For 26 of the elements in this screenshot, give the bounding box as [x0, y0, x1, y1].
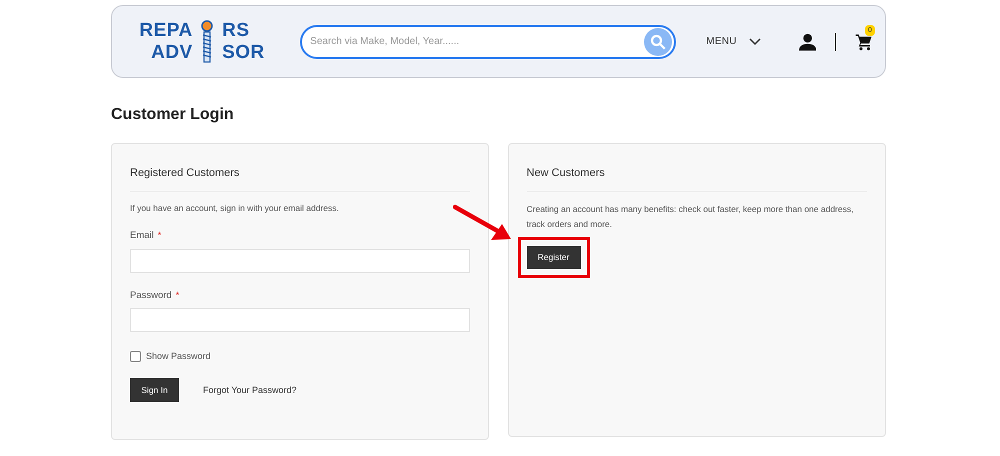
page-title: Customer Login	[111, 105, 235, 125]
screw-icon	[200, 20, 214, 64]
search-field[interactable]: Search via Make, Model, Year......	[310, 34, 644, 49]
checkbox-label: Show Password	[146, 350, 211, 363]
text-input[interactable]	[130, 248, 470, 272]
checkbox[interactable]	[130, 351, 141, 362]
register-button[interactable]: Register	[526, 246, 580, 268]
panel-title: New Customers	[526, 165, 867, 192]
menu-button[interactable]: MENU	[706, 34, 761, 49]
field-label: Email	[130, 229, 154, 244]
text-input[interactable]	[130, 308, 470, 332]
intro-text: If you have an account, sign in with your email address.	[130, 202, 340, 214]
field-label: Password	[130, 288, 172, 302]
required-mark: *	[158, 229, 162, 242]
cart-icon[interactable]	[855, 32, 873, 50]
benefits-text: Creating an account has many benefits: check out faster, keep more than one address, track orders and more.	[526, 202, 854, 230]
search-icon[interactable]	[644, 28, 672, 56]
sign-in-button[interactable]: Sign In	[130, 378, 179, 402]
chevron-down-icon	[748, 38, 761, 46]
panel-title: Registered Customers	[130, 165, 470, 192]
logo[interactable]: REPA RS ADV SOR	[124, 20, 278, 64]
search-bar[interactable]: Search via Make, Model, Year......	[300, 24, 676, 58]
forgot-password-link[interactable]: Forgot Your Password?	[203, 384, 297, 397]
user-icon[interactable]	[798, 32, 816, 50]
pointer-arrow	[453, 204, 513, 242]
required-mark: *	[176, 288, 180, 302]
